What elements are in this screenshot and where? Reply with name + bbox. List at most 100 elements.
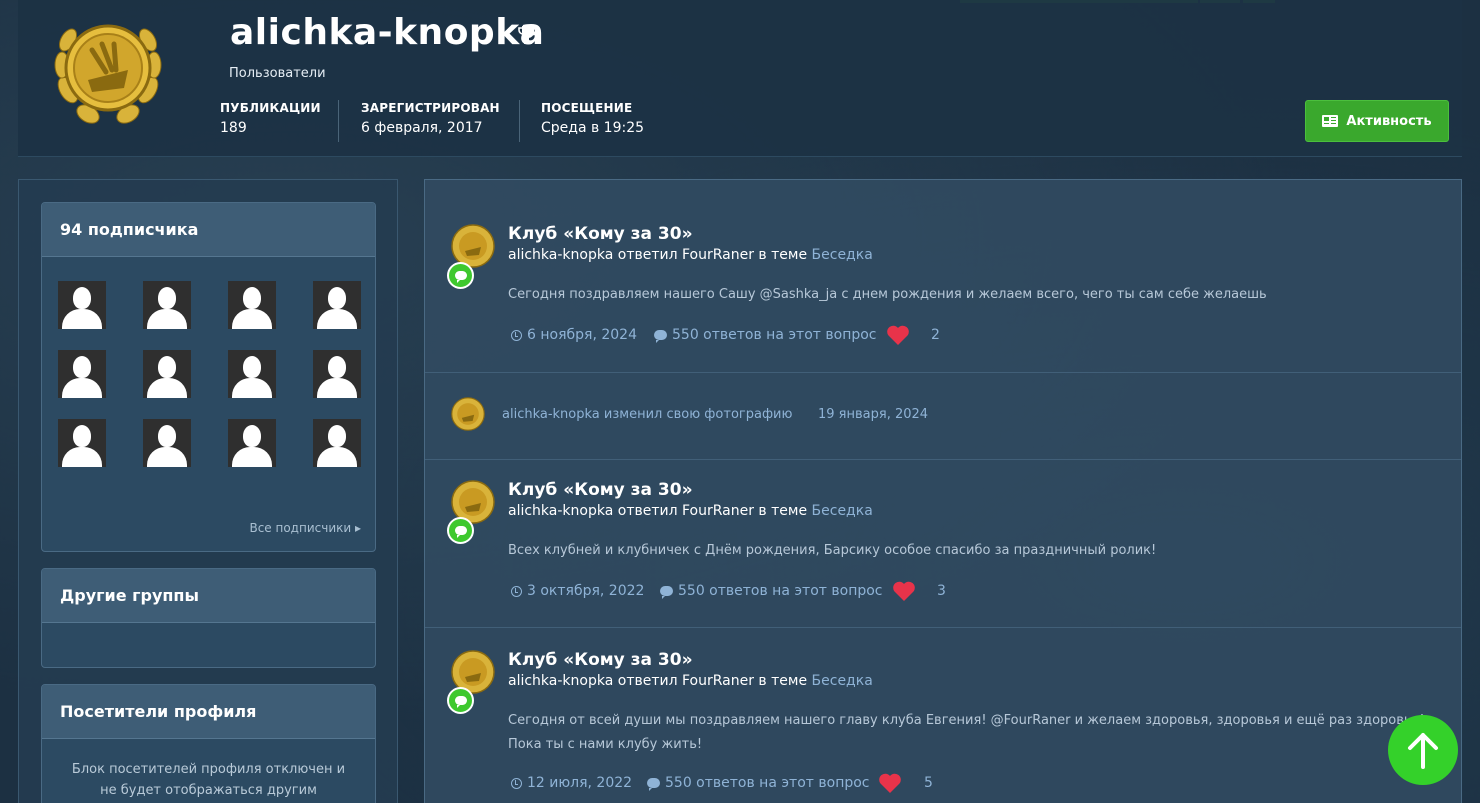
feed-item: Клуб «Кому за 30» alichka-knopka ответил…: [425, 180, 1461, 373]
heart-icon[interactable]: [878, 772, 902, 794]
username: alichka-knopka: [230, 12, 545, 53]
photo-change-text[interactable]: alichka-knopka изменил свою фотографию: [502, 407, 792, 422]
follower-avatar[interactable]: [228, 350, 276, 398]
action-text: ответил FourRaner в теме: [613, 247, 812, 263]
stat-value: 6 февраля, 2017: [361, 120, 483, 136]
comment-icon: [454, 271, 467, 283]
trophy-icon[interactable]: [518, 24, 538, 46]
feed-item: Клуб «Кому за 30» alichka-knopka ответил…: [425, 460, 1461, 628]
feed-item-photo-change: alichka-knopka изменил свою фотографию 1…: [425, 373, 1461, 460]
stat-label: ПУБЛИКАЦИИ: [220, 101, 321, 115]
item-title[interactable]: Клуб «Кому за 30»: [508, 650, 693, 670]
followers-widget: 94 подписчика Все подписчики ▸: [41, 202, 376, 552]
comment-badge: [447, 687, 474, 714]
stat-value: 189: [220, 120, 247, 136]
follower-avatar[interactable]: [313, 419, 361, 467]
comment-icon: [454, 696, 467, 708]
item-subtitle: alichka-knopka ответил FourRaner в теме …: [508, 247, 873, 263]
follower-avatar[interactable]: [143, 281, 191, 329]
follower-avatar[interactable]: [58, 281, 106, 329]
item-body: Сегодня поздравляем нашего Сашу @Sashka_…: [508, 287, 1267, 302]
comment-icon: [647, 778, 660, 791]
follower-avatar[interactable]: [313, 281, 361, 329]
item-subtitle: alichka-knopka ответил FourRaner в теме …: [508, 673, 873, 689]
sidebar: 94 подписчика Все подписчики ▸ Другие гр…: [18, 179, 398, 803]
heart-icon[interactable]: [892, 580, 916, 602]
visitors-disabled-text: Блок посетителей профиля отключен и не б…: [71, 762, 346, 798]
author-avatar[interactable]: [451, 397, 485, 431]
stat-posts: ПУБЛИКАЦИИ 189: [220, 101, 321, 136]
stat-value: Среда в 19:25: [541, 120, 645, 136]
item-title[interactable]: Клуб «Кому за 30»: [508, 480, 693, 500]
item-replies[interactable]: 550 ответов на этот вопрос: [660, 583, 883, 599]
date-text: 6 ноября, 2024: [527, 327, 637, 343]
comment-icon: [660, 586, 673, 599]
action-text: ответил FourRaner в теме: [613, 503, 812, 519]
item-body: Всех клубней и клубничек с Днём рождения…: [508, 543, 1157, 558]
item-date[interactable]: 3 октября, 2022: [511, 583, 644, 599]
topic-link[interactable]: Беседка: [812, 673, 873, 689]
follower-avatar[interactable]: [313, 350, 361, 398]
item-date[interactable]: 6 ноября, 2024: [511, 327, 637, 343]
follower-avatar[interactable]: [143, 350, 191, 398]
date-text: 12 июля, 2022: [527, 775, 633, 791]
follower-avatar[interactable]: [143, 419, 191, 467]
medal-avatar[interactable]: [48, 10, 168, 130]
follower-avatar[interactable]: [58, 419, 106, 467]
activity-feed: Клуб «Кому за 30» alichka-knopka ответил…: [424, 179, 1462, 803]
item-title[interactable]: Клуб «Кому за 30»: [508, 224, 693, 244]
like-count: 5: [924, 775, 933, 791]
author-link[interactable]: alichka-knopka: [508, 247, 613, 263]
follower-avatar[interactable]: [228, 419, 276, 467]
date-text: 3 октября, 2022: [527, 583, 645, 599]
item-body-line: Пока ты с нами клубу жить!: [508, 737, 703, 752]
item-replies[interactable]: 550 ответов на этот вопрос: [654, 327, 877, 343]
item-replies[interactable]: 550 ответов на этот вопрос: [647, 775, 870, 791]
comment-badge: [447, 262, 474, 289]
profile-header: alichka-knopka Пользователи ПУБЛИКАЦИИ 1…: [18, 0, 1462, 157]
activity-button[interactable]: Активность: [1305, 100, 1449, 142]
followers-title: 94 подписчика: [42, 203, 375, 257]
scroll-to-top-button[interactable]: [1388, 715, 1458, 785]
author-link[interactable]: alichka-knopka: [508, 673, 613, 689]
clock-icon: [511, 329, 522, 341]
stat-label: ЗАРЕГИСТРИРОВАН: [361, 101, 500, 115]
feed-item: Клуб «Кому за 30» alichka-knopka ответил…: [425, 628, 1461, 803]
newspaper-icon: [1322, 115, 1339, 127]
like-count: 3: [937, 583, 946, 599]
stat-divider: [338, 100, 339, 142]
comment-badge: [447, 517, 474, 544]
arrow-up-icon: [1408, 733, 1438, 769]
topic-link[interactable]: Беседка: [812, 247, 873, 263]
item-date[interactable]: 12 июля, 2022: [511, 775, 632, 791]
item-body-line: Сегодня от всей души мы поздравляем наше…: [508, 713, 1425, 728]
action-text: ответил FourRaner в теме: [613, 673, 812, 689]
like-count: 2: [931, 327, 940, 343]
stat-label: ПОСЕЩЕНИЕ: [541, 101, 633, 115]
profile-visitors-widget: Посетители профиля Блок посетителей проф…: [41, 684, 376, 803]
heart-icon[interactable]: [886, 324, 910, 346]
clock-icon: [511, 777, 522, 789]
stat-last-visit: ПОСЕЩЕНИЕ Среда в 19:25: [541, 101, 644, 136]
follower-avatar[interactable]: [58, 350, 106, 398]
profile-visitors-title: Посетители профиля: [42, 685, 375, 739]
other-groups-widget: Другие группы: [41, 568, 376, 668]
clock-icon: [511, 585, 522, 597]
author-link[interactable]: alichka-knopka: [508, 503, 613, 519]
user-group: Пользователи: [229, 66, 326, 81]
stat-registered: ЗАРЕГИСТРИРОВАН 6 февраля, 2017: [361, 101, 500, 136]
all-followers-link[interactable]: Все подписчики ▸: [249, 521, 361, 535]
replies-text: 550 ответов на этот вопрос: [665, 775, 870, 791]
other-groups-title: Другие группы: [42, 569, 375, 623]
stat-divider: [519, 100, 520, 142]
photo-change-date: 19 января, 2024: [818, 407, 929, 422]
replies-text: 550 ответов на этот вопрос: [672, 327, 877, 343]
comment-icon: [454, 526, 467, 538]
item-subtitle: alichka-knopka ответил FourRaner в теме …: [508, 503, 873, 519]
activity-button-label: Активность: [1346, 113, 1432, 129]
topic-link[interactable]: Беседка: [812, 503, 873, 519]
comment-icon: [654, 330, 667, 343]
replies-text: 550 ответов на этот вопрос: [678, 583, 883, 599]
item-body: Сегодня от всей души мы поздравляем наше…: [508, 709, 1428, 757]
follower-avatar[interactable]: [228, 281, 276, 329]
